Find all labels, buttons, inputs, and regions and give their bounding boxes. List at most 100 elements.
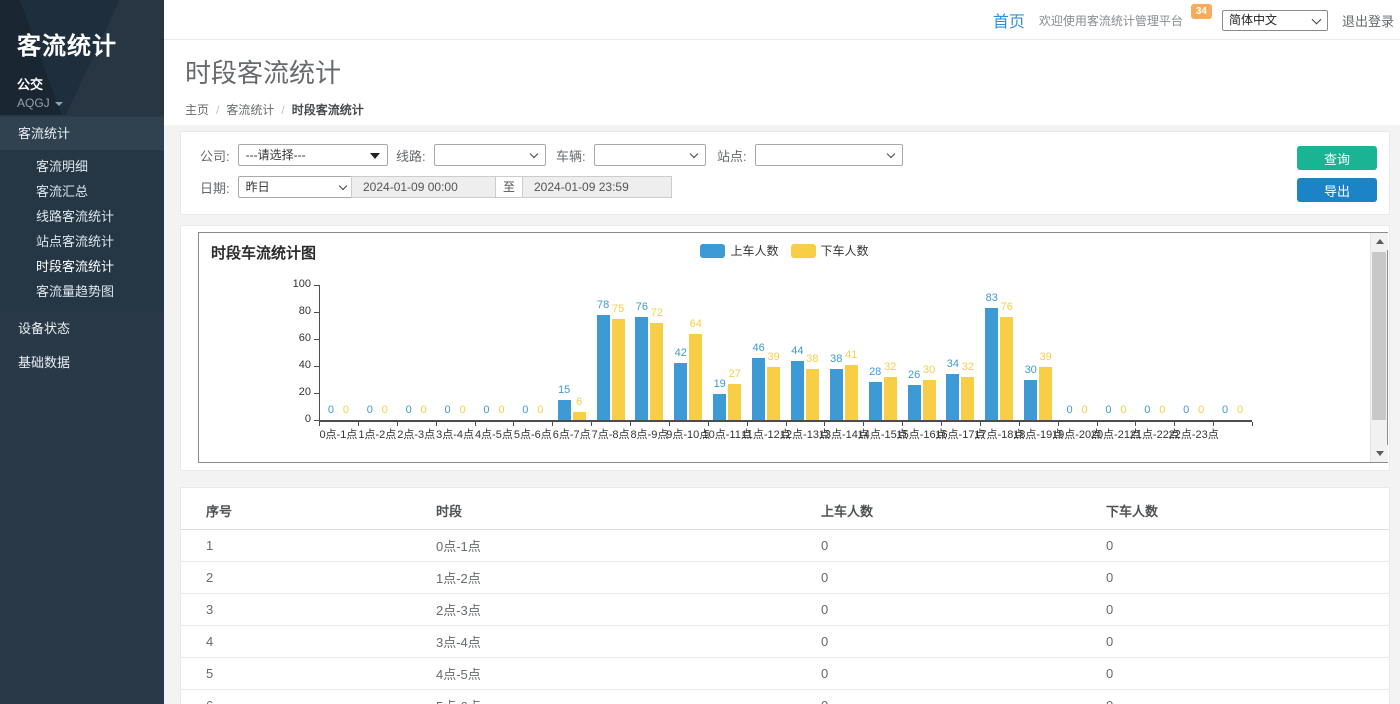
home-link[interactable]: 首页 — [993, 8, 1025, 32]
legend-item-alighting[interactable]: 下车人数 — [791, 242, 869, 259]
bar-下车人数-15点-16点[interactable] — [923, 380, 936, 421]
bar-上车人数-18点-19点[interactable] — [1024, 380, 1037, 421]
table-row: 21点-2点00 — [181, 562, 1389, 594]
query-button[interactable]: 查询 — [1297, 146, 1377, 170]
chart-scrollbar[interactable] — [1370, 233, 1387, 462]
table-row: 32点-3点00 — [181, 594, 1389, 626]
submenu: 客流明细客流汇总线路客流统计站点客流统计时段客流统计客流量趋势图 — [0, 150, 164, 312]
notification-badge[interactable]: 34 — [1191, 4, 1212, 19]
legend-swatch-boarding — [700, 244, 725, 258]
date-start-input[interactable]: 2024-01-09 00:00 — [351, 176, 496, 198]
vehicle-select[interactable] — [594, 144, 706, 166]
bar-下车人数-12点-13点[interactable] — [806, 369, 819, 420]
sidebar-item[interactable]: 时段客流统计 — [0, 254, 164, 279]
bar-上车人数-14点-15点[interactable] — [869, 382, 882, 420]
x-axis-label: 8点-9点 — [630, 426, 668, 442]
vehicle-label: 车辆: — [556, 146, 586, 165]
app-title: 客流统计 — [17, 26, 164, 61]
table-panel: 序号 时段 上车人数 下车人数 10点-1点0021点-2点0032点-3点00… — [180, 487, 1390, 704]
time-period-table: 序号 时段 上车人数 下车人数 10点-1点0021点-2点0032点-3点00… — [181, 488, 1389, 704]
bar-下车人数-14点-15点[interactable] — [884, 377, 897, 420]
breadcrumb-home[interactable]: 主页 — [185, 103, 209, 117]
bar-下车人数-16点-17点[interactable] — [961, 377, 974, 420]
date-preset-select[interactable]: 昨日 — [238, 176, 355, 198]
x-axis-label: 7点-8点 — [592, 426, 630, 442]
date-end-input[interactable]: 2024-01-09 23:59 — [522, 176, 672, 198]
sidebar-item[interactable]: 客流明细 — [0, 154, 164, 179]
breadcrumb-passenger-stats[interactable]: 客流统计 — [226, 103, 274, 117]
bar-上车人数-12点-13点[interactable] — [791, 361, 804, 420]
sidebar-item-device-status[interactable]: 设备状态 — [0, 312, 164, 346]
x-axis-label: 5点-6点 — [514, 426, 552, 442]
page-head: 时段客流统计 主页/客流统计/时段客流统计 — [164, 40, 1400, 125]
station-label: 站点: — [717, 146, 747, 165]
page-title: 时段客流统计 — [185, 53, 1400, 90]
company-select[interactable]: ---请选择--- — [238, 144, 388, 166]
col-header-period: 时段 — [436, 488, 821, 530]
sidebar-item[interactable]: 客流量趋势图 — [0, 279, 164, 304]
scroll-up-button[interactable] — [1371, 233, 1388, 250]
date-to-label: 至 — [496, 176, 522, 198]
sidebar-item[interactable]: 站点客流统计 — [0, 229, 164, 254]
sidebar-nav: 客流统计 客流明细客流汇总线路客流统计站点客流统计时段客流统计客流量趋势图 设备… — [0, 117, 164, 380]
breadcrumb: 主页/客流统计/时段客流统计 — [185, 101, 1400, 118]
user-menu[interactable]: AQGJ — [17, 96, 164, 110]
bar-上车人数-15点-16点[interactable] — [908, 385, 921, 420]
station-select[interactable] — [755, 144, 903, 166]
bar-下车人数-8点-9点[interactable] — [650, 323, 663, 420]
sidebar: 客流统计 公交 AQGJ 客流统计 客流明细客流汇总线路客流统计站点客流统计时段… — [0, 0, 164, 704]
sidebar-item[interactable]: 线路客流统计 — [0, 204, 164, 229]
language-value: 简体中文 — [1229, 13, 1277, 27]
brand-area: 客流统计 公交 AQGJ — [0, 0, 164, 115]
chevron-down-icon — [529, 150, 537, 158]
bar-上车人数-13点-14点[interactable] — [830, 369, 843, 420]
table-row: 10点-1点00 — [181, 530, 1389, 562]
sidebar-item-base-data[interactable]: 基础数据 — [0, 346, 164, 380]
bar-上车人数-10点-11点[interactable] — [713, 394, 726, 420]
export-button[interactable]: 导出 — [1297, 178, 1377, 202]
arrow-up-icon — [1376, 239, 1384, 244]
scroll-down-button[interactable] — [1371, 445, 1388, 462]
bar-上车人数-16点-17点[interactable] — [946, 374, 959, 420]
bar-下车人数-9点-10点[interactable] — [689, 334, 702, 420]
chevron-down-icon — [1312, 14, 1322, 24]
chevron-down-icon — [886, 150, 894, 158]
table-header-row: 序号 时段 上车人数 下车人数 — [181, 488, 1389, 530]
table-row: 54点-5点00 — [181, 658, 1389, 690]
company-label: 公司: — [200, 146, 230, 165]
dropdown-arrow-icon — [370, 153, 380, 159]
topbar: 首页 欢迎使用客流统计管理平台 34 简体中文 退出登录 — [164, 0, 1400, 40]
logout-link[interactable]: 退出登录 — [1342, 11, 1394, 30]
chevron-down-icon — [689, 150, 697, 158]
x-axis-label: 22点-23点 — [1169, 426, 1219, 442]
line-select[interactable] — [434, 144, 546, 166]
bar-上车人数-17点-18点[interactable] — [985, 308, 998, 420]
chevron-down-icon — [338, 182, 346, 190]
breadcrumb-current: 时段客流统计 — [292, 103, 364, 117]
bar-上车人数-9点-10点[interactable] — [674, 363, 687, 420]
bar-上车人数-7点-8点[interactable] — [597, 315, 610, 420]
language-select[interactable]: 简体中文 — [1222, 10, 1328, 31]
bar-上车人数-8点-9点[interactable] — [635, 317, 648, 420]
user-name: AQGJ — [17, 96, 50, 110]
arrow-down-icon — [1376, 451, 1384, 456]
caret-down-icon — [55, 102, 63, 106]
scrollbar-thumb[interactable] — [1372, 252, 1386, 420]
bar-下车人数-6点-7点[interactable] — [573, 412, 586, 420]
chart-panel: 时段车流统计图 上车人数 下车人数 020406080100000点-1点001… — [180, 225, 1390, 471]
bar-下车人数-10点-11点[interactable] — [728, 384, 741, 421]
table-row: 43点-4点00 — [181, 626, 1389, 658]
date-label: 日期: — [200, 178, 230, 197]
sidebar-item[interactable]: 客流汇总 — [0, 179, 164, 204]
sidebar-group-passenger-stats[interactable]: 客流统计 — [0, 117, 164, 150]
bar-下车人数-7点-8点[interactable] — [612, 319, 625, 420]
main-area: 首页 欢迎使用客流统计管理平台 34 简体中文 退出登录 时段客流统计 主页/客… — [164, 0, 1400, 704]
x-axis-label: 6点-7点 — [553, 426, 591, 442]
legend-item-boarding[interactable]: 上车人数 — [700, 242, 778, 259]
bar-下车人数-11点-12点[interactable] — [767, 367, 780, 420]
x-axis-label: 2点-3点 — [397, 426, 435, 442]
chart-box: 时段车流统计图 上车人数 下车人数 020406080100000点-1点001… — [198, 232, 1388, 463]
bar-上车人数-11点-12点[interactable] — [752, 358, 765, 420]
line-label: 线路: — [396, 146, 426, 165]
col-header-boarding: 上车人数 — [821, 488, 1106, 530]
